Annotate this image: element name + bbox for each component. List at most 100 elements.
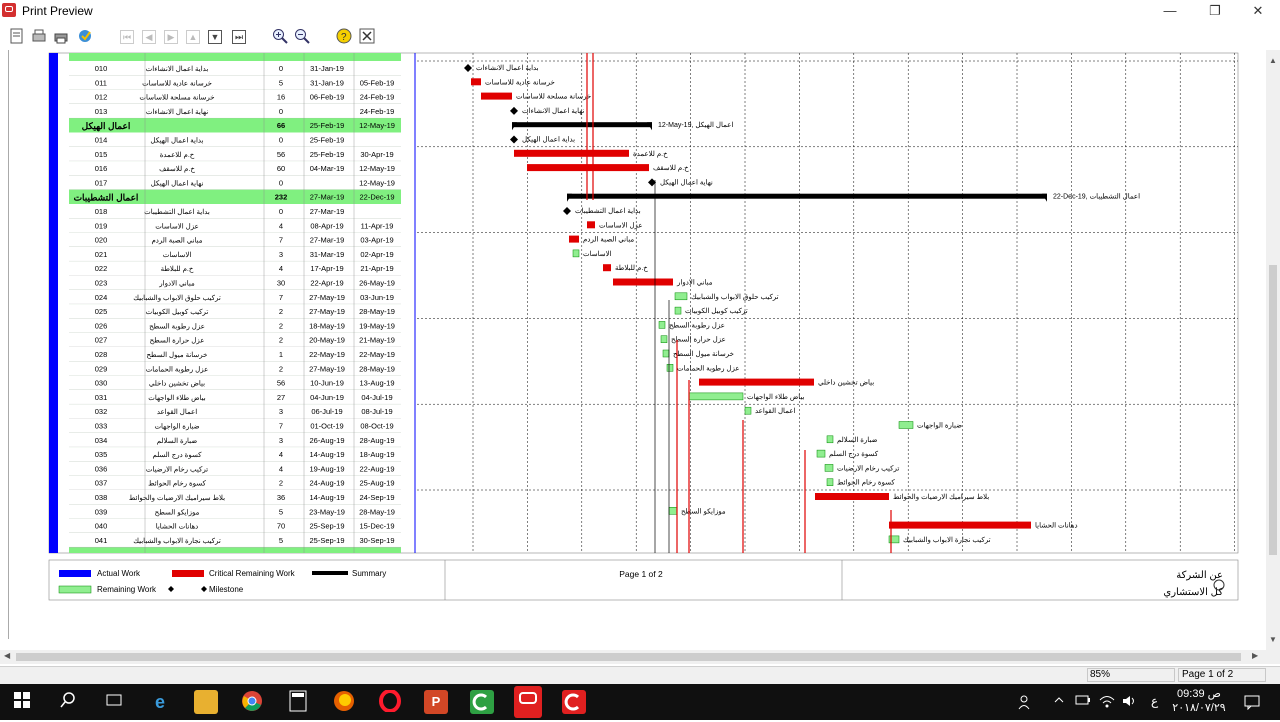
down-icon[interactable]: ▼: [208, 30, 222, 44]
start-icon[interactable]: [10, 690, 34, 714]
notifications-icon[interactable]: [1244, 694, 1260, 713]
task-name: بياض تخشين داخلي: [149, 380, 205, 388]
toolbar: ⏮ ◀ ▶ ▲ ▼ ⏭ ?: [0, 24, 1280, 50]
svg-text:?: ?: [341, 32, 347, 43]
zoom-out-icon[interactable]: [293, 28, 311, 46]
table-row: [69, 61, 401, 76]
up-icon[interactable]: ▲: [186, 30, 200, 44]
help-icon[interactable]: ?: [335, 28, 353, 46]
remaining-bar: [662, 349, 670, 358]
task-name: نهاية اعمال الانشاءات: [146, 108, 208, 116]
powerpoint-icon[interactable]: P: [424, 690, 448, 714]
remaining-bar: [660, 335, 668, 343]
legend-critical-swatch: [172, 570, 204, 577]
task-duration: 4: [279, 221, 283, 230]
input-language[interactable]: ع: [1151, 694, 1158, 708]
zoom-level: 85%: [1087, 668, 1175, 682]
horizontal-scrollbar[interactable]: ◀ ▶: [0, 650, 1280, 664]
table-row: [69, 332, 401, 347]
remaining-bar: [826, 478, 834, 486]
task-id: 014: [95, 136, 108, 145]
task-finish: 08-Jul-19: [361, 407, 392, 416]
primavera-icon[interactable]: [514, 686, 542, 718]
gantt-label: 12-May-19, اعمال الهيكل: [658, 121, 733, 129]
calculator-icon[interactable]: [286, 690, 310, 714]
remaining-bar: [666, 364, 674, 372]
remaining-bar: [688, 392, 744, 401]
prev-page-icon[interactable]: ◀: [142, 30, 156, 44]
battery-icon[interactable]: [1075, 694, 1091, 709]
search-icon[interactable]: [56, 690, 80, 714]
restore-button[interactable]: ❐: [1193, 0, 1237, 22]
table-row: [69, 204, 401, 219]
volume-icon[interactable]: [1121, 694, 1137, 711]
legend-summary-label: Summary: [352, 569, 386, 578]
summary-name: اعمال التشطيبات: [74, 193, 139, 203]
task-name: بداية اعمال الانشاءات: [146, 65, 209, 73]
table-row: [69, 246, 401, 262]
critical-bar: [481, 92, 512, 100]
task-duration: 36: [277, 493, 285, 502]
minimize-button[interactable]: —: [1148, 0, 1192, 22]
page-setup-icon[interactable]: [8, 28, 26, 46]
gantt-label: بداية اعمال الهيكل: [522, 136, 575, 144]
scroll-down-icon[interactable]: ▼: [1269, 635, 1277, 644]
task-id: 035: [95, 450, 108, 459]
task-id: 029: [95, 364, 108, 373]
task-duration: 56: [277, 379, 285, 388]
firefox-icon[interactable]: [332, 690, 356, 714]
task-name: اعمال القواعد: [157, 408, 197, 416]
task-finish: 18-Aug-19: [359, 450, 394, 459]
scroll-up-icon[interactable]: ▲: [1269, 56, 1277, 65]
options-icon[interactable]: [76, 28, 94, 46]
taskbar-clock[interactable]: 09:39 ص ٢٠١٨/٠٧/٢٩: [1172, 687, 1226, 715]
opera-icon[interactable]: [378, 689, 402, 714]
status-bar: 85% Page 1 of 2: [0, 666, 1280, 685]
task-start: 31-Mar-19: [310, 250, 345, 259]
scroll-right-icon[interactable]: ▶: [1252, 651, 1258, 660]
task-start: 27-May-19: [309, 364, 345, 373]
close-preview-icon[interactable]: [358, 28, 376, 46]
task-view-icon[interactable]: [102, 690, 126, 714]
vertical-scrollbar[interactable]: ▲ ▼: [1266, 50, 1280, 650]
task-start: 22-May-19: [309, 350, 345, 359]
app-red-icon[interactable]: [562, 690, 586, 714]
table-row: [69, 75, 401, 90]
task-name: الاساسات: [163, 251, 192, 259]
horizontal-scroll-thumb[interactable]: [16, 653, 1241, 661]
zoom-in-icon[interactable]: [271, 28, 289, 46]
vertical-scroll-thumb[interactable]: [1269, 265, 1277, 555]
task-start: 22-Apr-19: [310, 279, 343, 288]
edge-icon[interactable]: e: [148, 690, 172, 714]
task-duration: 0: [279, 178, 283, 187]
file-explorer-icon[interactable]: [194, 690, 218, 714]
task-id: 012: [95, 93, 108, 102]
show-hidden-icon[interactable]: [1053, 694, 1065, 709]
next-page-icon[interactable]: ▶: [164, 30, 178, 44]
task-name: دهانات الحشايا: [156, 523, 199, 531]
camtasia-icon[interactable]: [470, 690, 494, 714]
gantt-label: مباني الادوار: [676, 279, 713, 287]
people-icon[interactable]: [1018, 694, 1034, 713]
table-row: [69, 475, 401, 490]
legend-summary-swatch: [312, 571, 348, 575]
clock-time: 09:39 ص: [1177, 688, 1221, 700]
last-page-icon[interactable]: ⏭: [232, 30, 246, 44]
remaining-bar: [898, 421, 914, 429]
close-button[interactable]: ✕: [1236, 0, 1280, 22]
task-finish: 24-Feb-19: [360, 107, 395, 116]
wifi-icon[interactable]: [1099, 694, 1115, 711]
printer-icon[interactable]: [52, 28, 70, 46]
gantt-label: ضبارة السلالم: [837, 436, 878, 444]
chrome-icon[interactable]: [240, 690, 264, 714]
scroll-left-icon[interactable]: ◀: [4, 651, 10, 660]
first-page-icon[interactable]: ⏮: [120, 30, 134, 44]
task-duration: 0: [279, 64, 283, 73]
table-row: [69, 361, 401, 376]
task-name: موزايكو السطح: [155, 508, 200, 516]
summary-name: اعمال الهيكل: [82, 121, 131, 132]
print-icon[interactable]: [30, 28, 48, 46]
remaining-bar: [572, 249, 580, 258]
task-duration: 56: [277, 150, 285, 159]
gantt-label: نهاية اعمال الانشاءات: [522, 107, 584, 115]
